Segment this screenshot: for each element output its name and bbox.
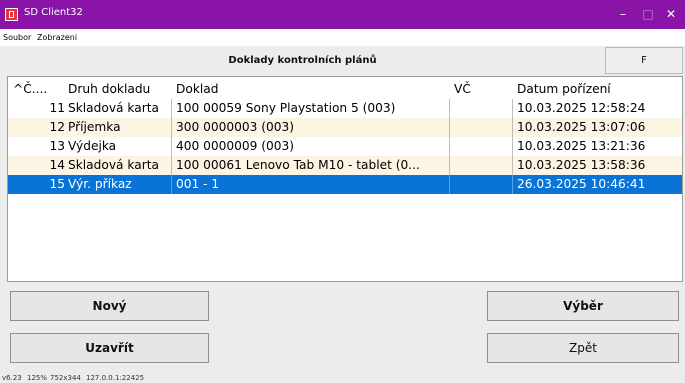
page-header: Doklady kontrolních plánů F <box>0 46 685 76</box>
status-zoom: 125% <box>27 374 48 382</box>
row-date: 10.03.2025 13:58:36 <box>517 158 646 172</box>
row-vc <box>450 118 513 137</box>
column-header-date[interactable]: Datum pořízení <box>513 80 682 99</box>
table-row[interactable]: 11 Skladová karta 100 00059 Sony Playsta… <box>8 99 682 118</box>
row-date: 10.03.2025 13:21:36 <box>517 139 646 153</box>
column-header-document[interactable]: Doklad <box>172 80 450 99</box>
row-type: Výr. příkaz <box>66 175 172 194</box>
row-vc <box>450 175 513 194</box>
row-type: Skladová karta <box>66 99 172 118</box>
status-size: 752x344 <box>50 374 81 382</box>
close-icon[interactable]: ✕ <box>660 4 682 24</box>
table-header-row: ^Č.... Druh dokladu Doklad VČ Datum poří… <box>8 80 682 99</box>
row-type: Příjemka <box>66 118 172 137</box>
row-document: 001 - 1 <box>172 175 450 194</box>
table-row-selected[interactable]: 15 Výr. příkaz 001 - 1 26.03.2025 10:46:… <box>8 175 682 194</box>
row-date: 10.03.2025 13:07:06 <box>517 120 646 134</box>
row-document: 400 0000009 (003) <box>172 137 450 156</box>
close-button[interactable]: Uzavřít <box>10 333 209 363</box>
select-button[interactable]: Výběr <box>487 291 679 321</box>
row-date: 26.03.2025 10:46:41 <box>517 177 646 191</box>
menu-zobrazeni[interactable]: Zobrazeni <box>37 33 77 42</box>
row-number: 15 <box>49 177 65 191</box>
menu-soubor[interactable]: Soubor <box>3 33 31 42</box>
column-header-type[interactable]: Druh dokladu <box>66 80 172 99</box>
new-button[interactable]: Nový <box>10 291 209 321</box>
documents-table[interactable]: ^Č.... Druh dokladu Doklad VČ Datum poří… <box>7 76 683 282</box>
page-title: Doklady kontrolních plánů <box>228 55 377 66</box>
row-number: 14 <box>49 158 65 172</box>
row-date: 10.03.2025 12:58:24 <box>517 101 646 115</box>
row-document: 300 0000003 (003) <box>172 118 450 137</box>
app-icon <box>5 8 18 21</box>
table-row[interactable]: 12 Příjemka 300 0000003 (003) 10.03.2025… <box>8 118 682 137</box>
table-row[interactable]: 13 Výdejka 400 0000009 (003) 10.03.2025 … <box>8 137 682 156</box>
row-vc <box>450 137 513 156</box>
back-button[interactable]: Zpět <box>487 333 679 363</box>
column-header-vc[interactable]: VČ <box>450 80 513 99</box>
f-button[interactable]: F <box>605 47 683 74</box>
row-vc <box>450 99 513 118</box>
table-row[interactable]: 14 Skladová karta 100 00061 Lenovo Tab M… <box>8 156 682 175</box>
column-header-number[interactable]: ^Č.... <box>8 80 66 99</box>
menu-bar: Soubor Zobrazeni <box>0 29 685 46</box>
row-number: 12 <box>49 120 65 134</box>
status-address: 127.0.0.1:22425 <box>86 374 145 382</box>
row-number: 11 <box>49 101 65 115</box>
row-number: 13 <box>49 139 65 153</box>
row-vc <box>450 156 513 175</box>
status-bar: v6.23 125% 752x344 127.0.0.1:22425 <box>0 372 685 383</box>
maximize-icon[interactable]: □ <box>637 4 659 24</box>
window-title: SD Client32 <box>24 7 83 18</box>
row-type: Výdejka <box>66 137 172 156</box>
row-document: 100 00061 Lenovo Tab M10 - tablet (0... <box>172 156 450 175</box>
row-type: Skladová karta <box>66 156 172 175</box>
row-document: 100 00059 Sony Playstation 5 (003) <box>172 99 450 118</box>
minimize-icon[interactable]: – <box>612 4 634 24</box>
title-bar: SD Client32 – □ ✕ <box>0 0 685 29</box>
status-version: v6.23 <box>2 374 22 382</box>
